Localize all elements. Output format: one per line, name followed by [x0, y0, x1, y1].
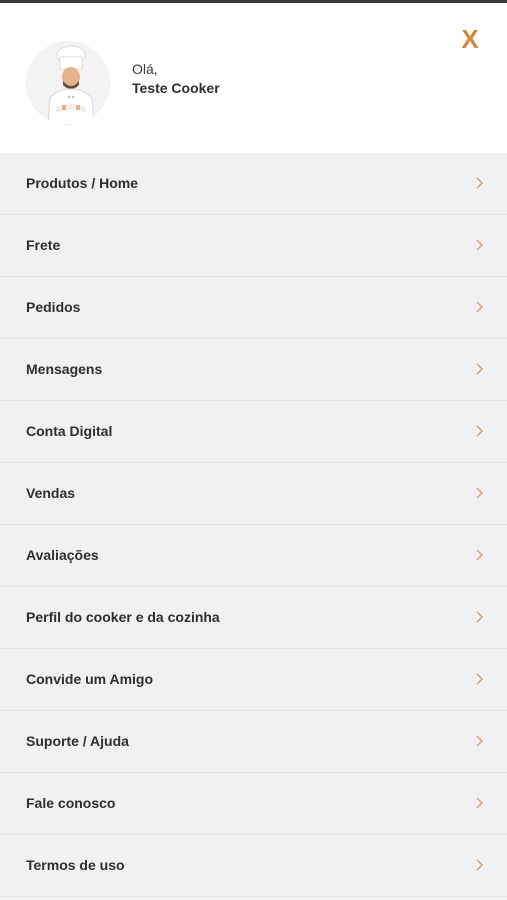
menu-item-label: Vendas — [26, 485, 76, 501]
menu-item-fale-conosco[interactable]: Fale conosco — [0, 773, 507, 835]
chevron-right-icon — [476, 487, 483, 499]
menu-item-produtos-home[interactable]: Produtos / Home — [0, 153, 507, 215]
menu-item-label: Frete — [26, 237, 61, 253]
menu-item-perfil-cooker[interactable]: Perfil do cooker e da cozinha — [0, 587, 507, 649]
chevron-right-icon — [476, 301, 483, 313]
chevron-right-icon — [476, 673, 483, 685]
menu-item-label: Suporte / Ajuda — [26, 733, 129, 749]
chevron-right-icon — [476, 425, 483, 437]
chevron-right-icon — [476, 797, 483, 809]
menu-item-pedidos[interactable]: Pedidos — [0, 277, 507, 339]
user-name: Teste Cooker — [132, 80, 220, 96]
menu-item-label: Termos de uso — [26, 857, 125, 873]
menu-item-frete[interactable]: Frete — [0, 215, 507, 277]
chevron-right-icon — [476, 549, 483, 561]
chevron-right-icon — [476, 859, 483, 871]
menu-item-vendas[interactable]: Vendas — [0, 463, 507, 525]
menu-item-label: Conta Digital — [26, 423, 113, 439]
chef-avatar-icon — [26, 41, 110, 125]
menu-item-suporte-ajuda[interactable]: Suporte / Ajuda — [0, 711, 507, 773]
chevron-right-icon — [476, 239, 483, 251]
menu-item-label: Avaliações — [26, 547, 99, 563]
menu-item-mensagens[interactable]: Mensagens — [0, 339, 507, 401]
close-icon[interactable]: X — [450, 21, 490, 57]
greeting-text: Olá, — [132, 61, 158, 77]
side-menu: Produtos / Home Frete Pedidos Mensagens … — [0, 153, 507, 897]
menu-item-conta-digital[interactable]: Conta Digital — [0, 401, 507, 463]
menu-item-label: Pedidos — [26, 299, 81, 315]
drawer-header: Olá, Teste Cooker X — [0, 3, 507, 153]
avatar — [26, 41, 110, 125]
menu-item-label: Produtos / Home — [26, 175, 139, 191]
menu-item-label: Mensagens — [26, 361, 103, 377]
chevron-right-icon — [476, 177, 483, 189]
menu-item-convide-amigo[interactable]: Convide um Amigo — [0, 649, 507, 711]
menu-item-avaliacoes[interactable]: Avaliações — [0, 525, 507, 587]
menu-item-label: Perfil do cooker e da cozinha — [26, 609, 220, 625]
menu-item-termos-uso[interactable]: Termos de uso — [0, 835, 507, 897]
chevron-right-icon — [476, 735, 483, 747]
chevron-right-icon — [476, 611, 483, 623]
menu-item-label: Fale conosco — [26, 795, 116, 811]
menu-item-label: Convide um Amigo — [26, 671, 154, 687]
chevron-right-icon — [476, 363, 483, 375]
